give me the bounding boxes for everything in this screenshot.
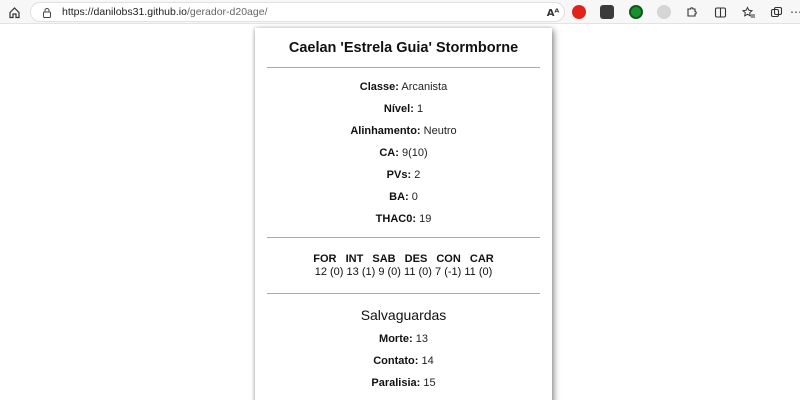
stat-ca: CA: 9(10) (255, 147, 552, 159)
stat-thac0: THAC0: 19 (255, 213, 552, 225)
stat-nivel: Nível: 1 (255, 103, 552, 115)
attributes-header-row: FOR INT SAB DES CON CAR (255, 253, 552, 265)
url-host: https://danilobs31.github.io (62, 6, 187, 18)
attr-value: 11 (0) (464, 266, 493, 278)
attr-header: SAB (372, 253, 396, 265)
save-value: 14 (421, 355, 434, 367)
attributes-table: FOR INT SAB DES CON CAR 12 (0) 13 (1) 9 … (255, 253, 552, 278)
extension-red-icon[interactable] (572, 5, 586, 19)
stat-label: CA: (379, 147, 399, 159)
stat-value: Neutro (423, 125, 457, 137)
attr-header: FOR (313, 253, 337, 265)
attr-header: DES (404, 253, 428, 265)
stat-value: 9(10) (401, 147, 428, 159)
save-label: Paralisia: (371, 377, 421, 389)
stat-label: THAC0: (375, 213, 417, 225)
character-sheet: Caelan 'Estrela Guia' Stormborne Classe:… (255, 28, 552, 400)
stat-value: 1 (416, 103, 424, 115)
attr-value: 12 (0) (314, 266, 344, 278)
save-label: Contato: (373, 355, 419, 367)
extensions-puzzle-icon[interactable] (682, 3, 700, 21)
extension-grey-icon[interactable] (657, 5, 671, 19)
lock-icon[interactable] (41, 6, 53, 18)
collections-icon[interactable] (767, 3, 785, 21)
divider (267, 237, 540, 238)
stat-classe: Classe: Arcanista (255, 81, 552, 93)
save-paralisia: Paralisia: 15 (255, 377, 552, 389)
character-name: Caelan 'Estrela Guia' Stormborne (288, 40, 519, 56)
save-value: 15 (423, 377, 436, 389)
attr-header: CAR (469, 253, 494, 265)
stat-label: BA: (389, 191, 409, 203)
stat-value: 2 (414, 169, 421, 181)
address-bar[interactable]: https://danilobs31.github.io/gerador-d20… (30, 2, 584, 22)
extension-green-icon[interactable] (629, 5, 643, 19)
attr-value: 7 (-1) (435, 266, 462, 278)
stat-value: 19 (419, 213, 432, 225)
stat-label: Alinhamento: (350, 125, 421, 137)
favorites-icon[interactable] (740, 3, 758, 21)
stat-label: Nível: (383, 103, 414, 115)
attr-value: 9 (0) (378, 266, 401, 278)
save-morte: Morte: 13 (255, 333, 552, 345)
attr-value: 13 (1) (346, 266, 376, 278)
url-path: /gerador-d20age/ (186, 6, 268, 18)
more-menu-icon[interactable]: ⋯ (787, 3, 800, 21)
stat-pvs: PVs: 2 (255, 169, 552, 181)
save-label: Morte: (379, 333, 413, 345)
split-screen-icon[interactable] (711, 3, 729, 21)
extension-dark-icon[interactable] (600, 5, 614, 19)
attr-header: INT (345, 253, 364, 265)
attributes-values-row: 12 (0) 13 (1) 9 (0) 11 (0) 7 (-1) 11 (0) (255, 266, 552, 278)
url-text[interactable]: https://danilobs31.github.io/gerador-d20… (62, 6, 268, 18)
stat-label: PVs: (386, 169, 412, 181)
divider (267, 293, 540, 294)
stat-value: Arcanista (401, 81, 448, 93)
home-icon[interactable] (5, 3, 23, 21)
stat-alinhamento: Alinhamento: Neutro (255, 125, 552, 137)
save-contato: Contato: 14 (255, 355, 552, 367)
browser-toolbar: https://danilobs31.github.io/gerador-d20… (0, 0, 800, 24)
attr-value: 11 (0) (404, 266, 432, 278)
stat-ba: BA: 0 (255, 191, 552, 203)
save-value: 13 (415, 333, 428, 345)
saves-title: Salvaguardas (360, 307, 447, 323)
read-aloud-icon[interactable]: Aᴬ (544, 4, 562, 22)
attr-header: CON (436, 253, 461, 265)
divider (267, 67, 540, 68)
stat-value: 0 (411, 191, 418, 203)
stat-label: Classe: (359, 81, 399, 93)
